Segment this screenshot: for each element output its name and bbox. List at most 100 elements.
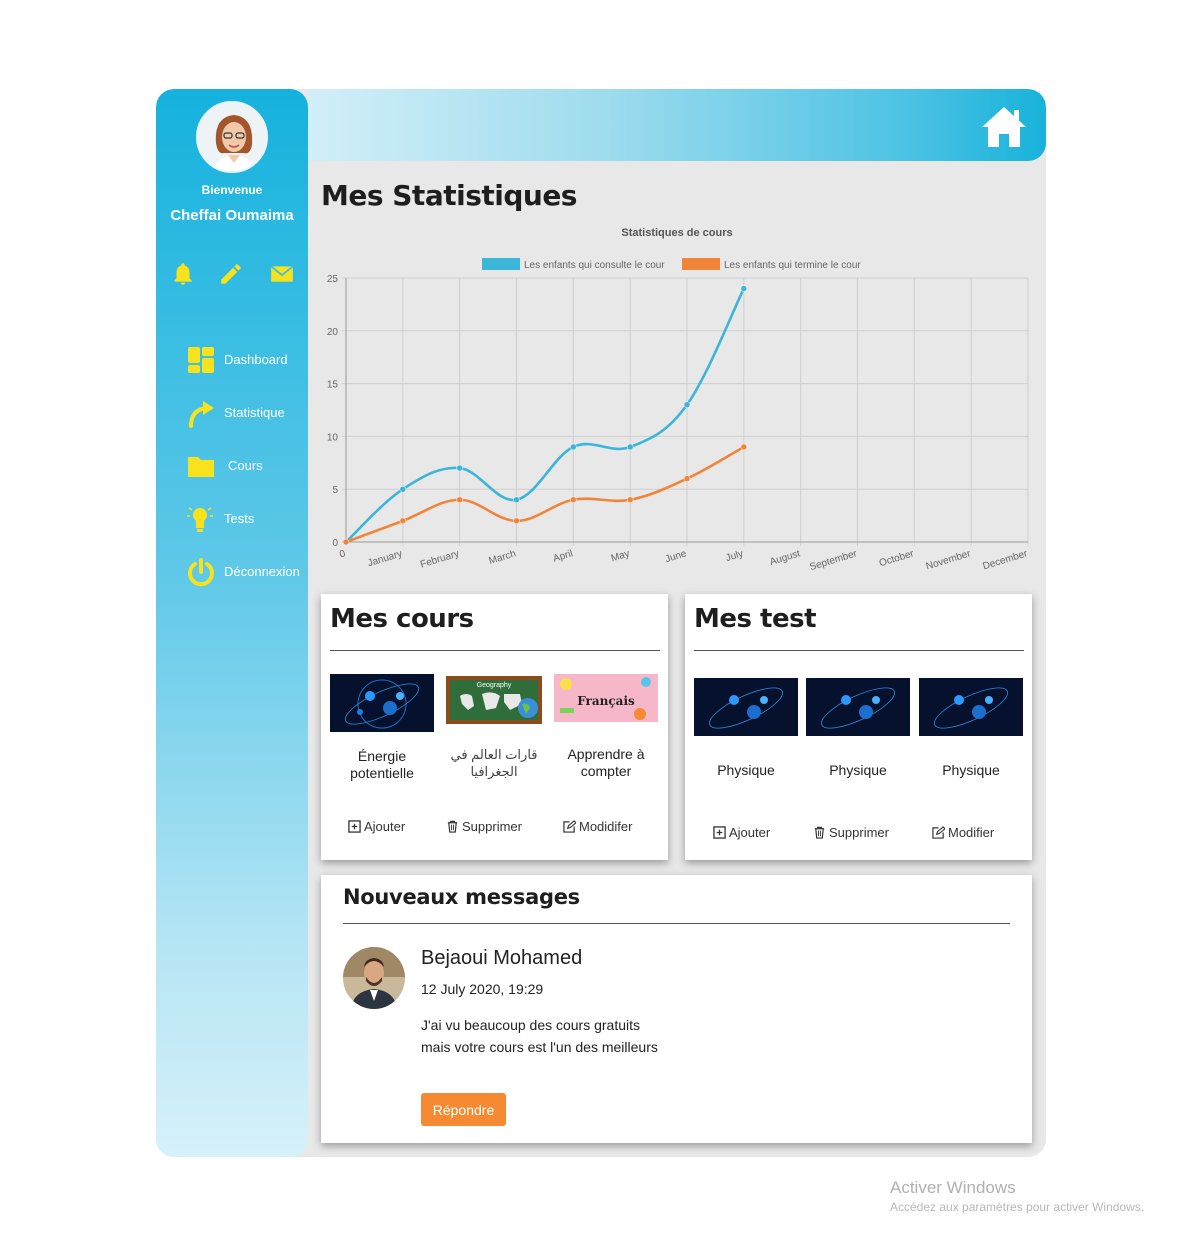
thumb-text: Français — [577, 694, 635, 708]
action-label: Ajouter — [364, 819, 406, 834]
x-tick-label: April — [552, 548, 574, 564]
windows-watermark-title: Activer Windows — [890, 1178, 1016, 1197]
nav-label: Dashboard — [224, 352, 288, 367]
test-tile[interactable]: Physique — [806, 678, 910, 779]
windows-watermark-text: Accédez aux paramètres pour activer Wind… — [890, 1200, 1145, 1214]
series-line — [345, 445, 745, 544]
delete-course-button[interactable]: Supprimer — [446, 819, 522, 834]
divider — [343, 923, 1010, 924]
bell-icon[interactable] — [170, 261, 196, 287]
mail-icon[interactable] — [268, 261, 294, 287]
nav-item-statistique[interactable]: Statistique — [186, 396, 308, 430]
sender-avatar[interactable] — [343, 947, 405, 1009]
message-body: J'ai vu beaucoup des cours gratuits mais… — [421, 1017, 658, 1055]
thumb-text: Geography — [477, 682, 512, 689]
x-tick-label: July — [724, 548, 744, 564]
x-tick-label: September — [808, 548, 859, 573]
nav-item-dashboard[interactable]: Dashboard — [186, 343, 308, 377]
data-point[interactable] — [399, 485, 407, 493]
y-tick-label: 5 — [332, 485, 338, 496]
data-point[interactable] — [399, 517, 407, 525]
course-tile[interactable]: Énergie potentielle — [330, 674, 434, 782]
tests-title: Mes test — [694, 604, 817, 634]
data-point[interactable] — [626, 443, 634, 451]
data-point[interactable] — [570, 496, 577, 504]
course-tile[interactable]: Geography قارات العالم في الجغرافيا — [442, 674, 546, 780]
course-label: Apprendre à compter — [567, 746, 645, 779]
folder-icon — [186, 451, 216, 481]
course-label: Énergie potentielle — [350, 748, 414, 781]
grid-icon — [186, 345, 216, 375]
pencil-icon[interactable] — [218, 261, 244, 287]
test-tile[interactable]: Physique — [694, 678, 798, 779]
data-point[interactable] — [456, 464, 463, 472]
data-point[interactable] — [683, 401, 691, 408]
nav-item-deconnexion[interactable]: Déconnexion — [186, 555, 308, 589]
data-point[interactable] — [456, 496, 463, 504]
data-point[interactable] — [513, 517, 520, 525]
nav-item-tests[interactable]: Tests — [186, 502, 308, 536]
test-tile[interactable]: Physique — [919, 678, 1023, 779]
legend-swatch[interactable] — [482, 258, 520, 270]
stats-chart: Statistiques de cours Les enfants qui co… — [316, 225, 1036, 585]
y-tick-label: 25 — [327, 274, 339, 285]
courses-card: Mes cours Énergie potentielle Geography … — [321, 594, 668, 860]
delete-test-button[interactable]: Supprimer — [813, 825, 889, 840]
divider — [330, 650, 660, 651]
data-point[interactable] — [513, 496, 520, 504]
course-thumbnail: Geography — [442, 674, 546, 726]
trash-icon — [447, 820, 458, 833]
trash-icon — [814, 826, 825, 839]
chart-legend: Les enfants qui consulte le cour Les enfa… — [482, 258, 861, 271]
nav-item-cours[interactable]: Cours — [186, 449, 308, 483]
top-bar — [308, 89, 1046, 161]
add-course-button[interactable]: Ajouter — [348, 819, 405, 834]
nav-label: Cours — [228, 458, 263, 473]
app-frame: Bienvenue Cheffai Oumaima Dashboard Stat… — [156, 89, 1046, 1157]
test-thumbnail — [806, 678, 910, 736]
reply-button[interactable]: Répondre — [421, 1093, 506, 1126]
edit-test-button[interactable]: Modifier — [932, 825, 994, 840]
action-label: Modifier — [948, 825, 995, 840]
y-tick-label: 10 — [327, 432, 339, 443]
y-tick-label: 20 — [327, 327, 339, 338]
course-tile[interactable]: Français Apprendre à compter — [554, 674, 658, 780]
legend-label: Les enfants qui consulte le cour — [524, 260, 665, 271]
action-label: Supprimer — [829, 825, 889, 840]
sidebar: Bienvenue Cheffai Oumaima Dashboard Stat… — [156, 89, 308, 1157]
x-tick-label: November — [925, 548, 973, 572]
message-date: 12 July 2020, 19:29 — [421, 981, 544, 997]
legend-swatch[interactable] — [682, 258, 720, 270]
data-point[interactable] — [740, 443, 748, 451]
data-point[interactable] — [570, 443, 577, 451]
edit-course-button[interactable]: Modidifer — [563, 819, 632, 834]
stats-title: Mes Statistiques — [321, 179, 577, 212]
chart-grid — [342, 277, 1029, 546]
quick-actions — [170, 261, 298, 291]
user-avatar[interactable] — [196, 101, 268, 173]
x-tick-label: August — [769, 548, 802, 568]
sender-name: Bejaoui Mohamed — [421, 947, 583, 969]
user-name: Cheffai Oumaima — [170, 207, 294, 224]
x-tick-label: February — [419, 548, 460, 570]
chart-svg: Statistiques de cours Les enfants qui co… — [327, 227, 1030, 573]
chart-series — [342, 285, 748, 546]
x-tick-label: June — [664, 548, 688, 565]
data-point[interactable] — [683, 475, 691, 482]
y-tick-label: 0 — [332, 538, 338, 549]
home-icon[interactable] — [980, 105, 1028, 149]
nav-label: Tests — [224, 511, 255, 526]
chart-title: Statistiques de cours — [621, 227, 732, 239]
data-point[interactable] — [740, 285, 748, 292]
edit-icon — [563, 820, 576, 833]
course-thumbnail: Français — [554, 674, 658, 722]
action-label: Modidifer — [579, 819, 633, 834]
action-label: Ajouter — [729, 825, 771, 840]
tests-card: Mes test Physique Physique Physique Ajou… — [685, 594, 1032, 860]
add-test-button[interactable]: Ajouter — [713, 825, 770, 840]
edit-icon — [932, 826, 945, 839]
data-point[interactable] — [342, 538, 350, 546]
messages-card: Nouveaux messages Bejaoui Mohamed 12 Jul… — [321, 875, 1032, 1143]
data-point[interactable] — [626, 496, 634, 504]
course-label: قارات العالم في الجغرافيا — [450, 747, 538, 779]
